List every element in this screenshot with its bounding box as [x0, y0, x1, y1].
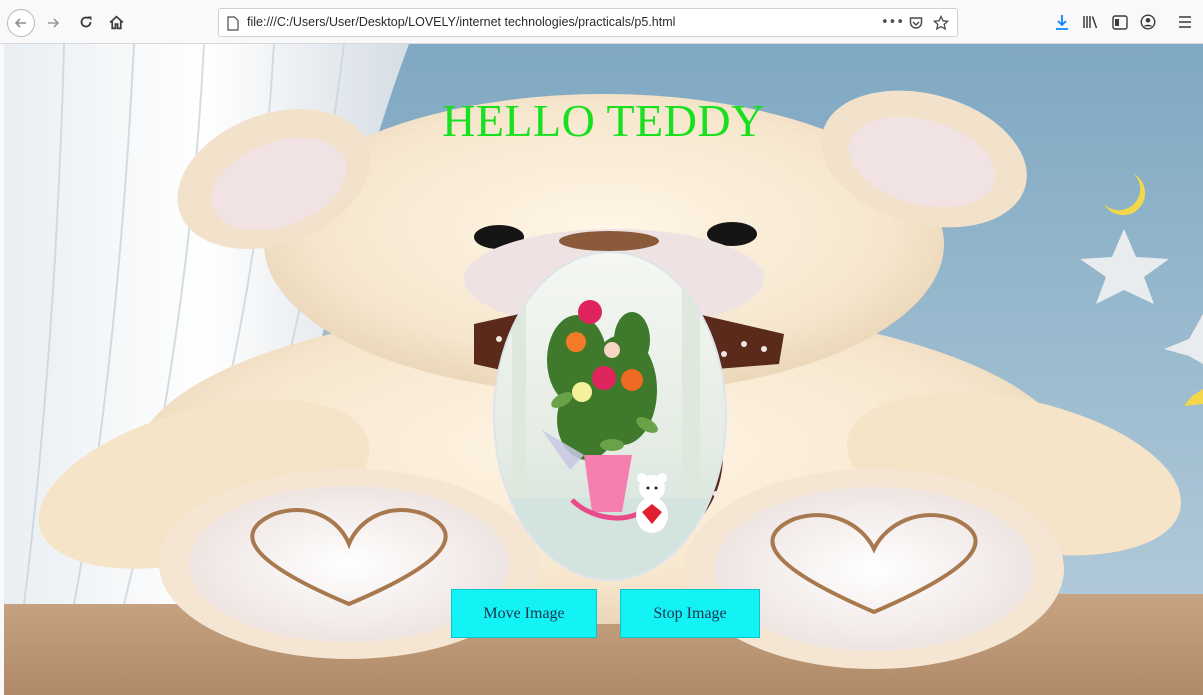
bookmark-star-icon[interactable]: [932, 14, 950, 32]
page-content: HELLO TEDDY Move Image Stop Image: [4, 44, 1203, 695]
back-icon[interactable]: [7, 9, 35, 37]
reload-icon[interactable]: [76, 12, 96, 32]
library-icon[interactable]: [1080, 12, 1100, 32]
page-actions-icon[interactable]: •••: [881, 15, 904, 30]
address-bar[interactable]: file:///C:/Users/User/Desktop/LOVELY/int…: [218, 8, 958, 37]
sidebar-icon[interactable]: [1110, 12, 1130, 32]
move-image-button[interactable]: Move Image: [451, 589, 597, 638]
home-icon[interactable]: [106, 12, 126, 32]
menu-icon[interactable]: [1175, 12, 1195, 32]
page-heading: HELLO TEDDY: [442, 95, 765, 146]
download-icon[interactable]: [1052, 12, 1072, 32]
url-text[interactable]: file:///C:/Users/User/Desktop/LOVELY/int…: [247, 15, 675, 29]
stop-image-button[interactable]: Stop Image: [620, 589, 760, 638]
roses-oval-image: [493, 251, 727, 581]
browser-toolbar: file:///C:/Users/User/Desktop/LOVELY/int…: [0, 0, 1203, 44]
forward-icon[interactable]: [43, 13, 63, 33]
account-icon[interactable]: [1138, 12, 1158, 32]
page-icon: [226, 15, 240, 31]
pocket-icon[interactable]: [907, 14, 925, 32]
